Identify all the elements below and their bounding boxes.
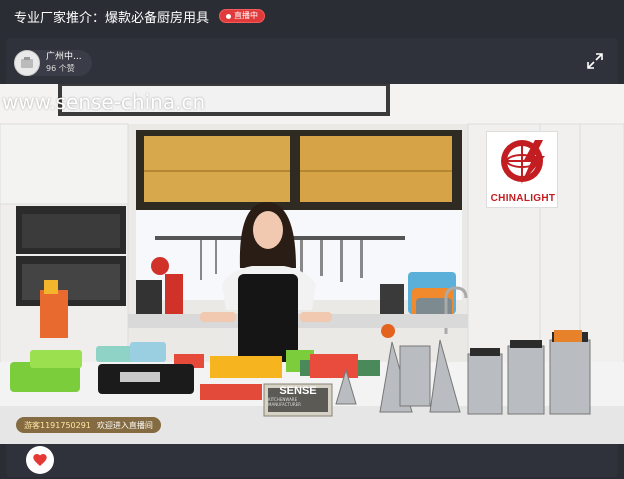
chat-user: 游客1191750291 xyxy=(24,420,91,430)
live-badge-label: 直播中 xyxy=(234,11,259,20)
host-logo-icon xyxy=(21,57,33,68)
sense-sign-text: SENSE xyxy=(279,385,317,397)
live-dot-icon xyxy=(226,13,232,19)
expand-icon[interactable] xyxy=(586,52,604,70)
like-button[interactable] xyxy=(26,446,54,474)
live-stream-app: 专业厂家推介：爆款必备厨房用具 直播中 广州中... 96 个赞 www.sen… xyxy=(0,0,624,479)
host-likes: 96 个赞 xyxy=(46,64,75,73)
sense-sign-subtext: KITCHENWARE MANUFACTURER xyxy=(268,397,301,407)
sense-sign: SENSE KITCHENWARE MANUFACTURER xyxy=(268,384,328,408)
stream-title: 专业厂家推介：爆款必备厨房用具 xyxy=(14,10,210,26)
top-bar: 专业厂家推介：爆款必备厨房用具 直播中 xyxy=(0,0,624,32)
chinalight-logo: CHINALIGHT xyxy=(486,131,558,208)
chat-message: 游客1191750291 欢迎进入直播间 xyxy=(16,417,161,433)
globe-lightning-icon xyxy=(501,140,545,184)
heart-icon xyxy=(33,454,47,466)
host-text: 广州中... 96 个赞 xyxy=(46,52,82,74)
chat-text: 欢迎进入直播间 xyxy=(96,420,153,430)
logo-text: CHINALIGHT xyxy=(490,193,556,204)
watermark-text: www.sense-china.cn xyxy=(2,90,206,114)
avatar[interactable] xyxy=(14,50,40,76)
live-badge: 直播中 xyxy=(219,9,266,23)
host-name: 广州中... xyxy=(46,52,82,62)
video-frame[interactable]: www.sense-china.cn CHINALIGHT SENSE KITC… xyxy=(0,84,624,444)
host-info[interactable]: 广州中... 96 个赞 xyxy=(14,50,92,76)
